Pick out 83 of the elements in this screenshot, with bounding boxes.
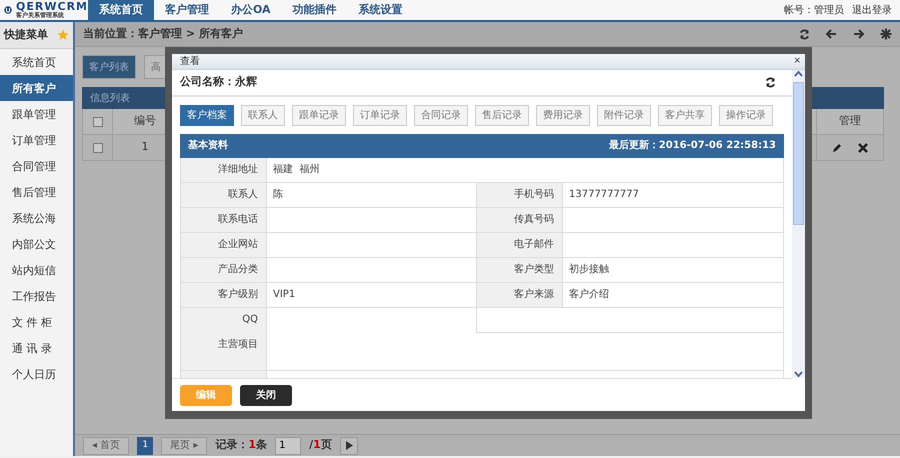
checkbox[interactable]: [92, 116, 102, 126]
dialog-tab[interactable]: 订单记录: [353, 104, 407, 126]
field-label: 企业网站: [181, 232, 267, 257]
field-label: QQ: [181, 308, 267, 333]
scrollbar-thumb[interactable]: [793, 82, 804, 226]
settings-icon[interactable]: [880, 28, 892, 40]
sidebar-item[interactable]: 订单管理: [0, 127, 73, 153]
field-label: 客户级别: [181, 282, 267, 307]
column-header: 编号: [134, 113, 156, 130]
field-label: 电子邮件: [477, 232, 563, 257]
nav-tab[interactable]: 系统首页: [88, 0, 154, 20]
list-button[interactable]: 客户列表: [82, 55, 136, 79]
breadcrumb: 当前位置：客户管理 > 所有客户: [83, 26, 243, 42]
table-cell-text: 1: [142, 139, 148, 156]
sidebar-item[interactable]: 站内短信: [0, 257, 73, 283]
sidebar-item[interactable]: 通 讯 录: [0, 335, 73, 361]
dialog-tab[interactable]: 联系人: [241, 104, 285, 126]
sidebar-item[interactable]: 售后管理: [0, 179, 73, 205]
field-label: 联系电话: [181, 208, 267, 232]
delete-icon[interactable]: [858, 142, 868, 152]
sidebar-item[interactable]: 系统公海: [0, 205, 73, 231]
field-value: 福建 福州: [267, 158, 784, 182]
scroll-up-icon[interactable]: [794, 70, 803, 78]
sidebar-item[interactable]: 工作报告: [0, 283, 73, 309]
dialog-tab[interactable]: 操作记录: [719, 104, 773, 126]
page-button[interactable]: 1: [137, 436, 154, 454]
refresh-icon[interactable]: [765, 76, 776, 88]
dialog-tab[interactable]: 售后记录: [475, 104, 529, 126]
refresh-icon[interactable]: [799, 28, 810, 40]
field-value: 初步接触: [563, 258, 784, 282]
nav-tab[interactable]: 办公OA: [220, 0, 282, 20]
dialog-tab[interactable]: 跟单记录: [292, 104, 346, 126]
page-input[interactable]: 1: [275, 436, 302, 454]
total-pages: /1页: [309, 437, 332, 454]
records-count: 记录：1条: [215, 437, 268, 454]
field-label: 手机号码: [477, 182, 563, 207]
panel-title: 信息列表: [90, 92, 130, 106]
dialog-button[interactable]: 关闭: [240, 384, 292, 406]
field-label: 客户类型: [477, 258, 563, 282]
field-label: 客户来源: [477, 282, 563, 307]
dialog-tab[interactable]: 合同记录: [414, 104, 468, 126]
nav-tab[interactable]: 系统设置: [348, 0, 414, 20]
checkbox[interactable]: [92, 142, 102, 152]
sidebar-title: 快捷菜单: [4, 26, 48, 43]
column-header: 管理: [839, 113, 861, 130]
field-label: 联系人: [181, 182, 267, 207]
forward-arrow-icon[interactable]: [853, 29, 864, 39]
first-page-button[interactable]: ◂ 首页: [83, 436, 130, 454]
logout-link[interactable]: 退出登录: [852, 2, 892, 18]
account-label: 帐号：管理员: [784, 4, 844, 18]
go-button[interactable]: [340, 436, 358, 454]
star-icon: [57, 29, 69, 41]
sidebar-item[interactable]: 跟单管理: [0, 101, 73, 127]
last-updated: 最后更新：2016-07-06 22:58:13: [608, 138, 776, 154]
sidebar-item[interactable]: 内部公文: [0, 231, 73, 257]
field-label: 主营项目: [181, 332, 267, 370]
sidebar-item[interactable]: 文 件 柜: [0, 309, 73, 335]
dialog-tab[interactable]: 客户共享: [658, 104, 712, 126]
section-title: 基本资料: [188, 138, 228, 154]
dialog-title: 查看: [180, 54, 200, 69]
field-value: 客户介绍: [563, 282, 784, 307]
field-label: 洋细地址: [181, 158, 267, 182]
field-label: 传真号码: [477, 208, 563, 232]
sidebar-item[interactable]: 合同管理: [0, 153, 73, 179]
sidebar-item[interactable]: 所有客户: [0, 75, 73, 101]
scroll-down-icon[interactable]: [794, 370, 803, 378]
close-button[interactable]: ×: [789, 54, 805, 68]
play-icon: [344, 440, 353, 450]
dialog-tab[interactable]: 费用记录: [536, 104, 590, 126]
back-arrow-icon[interactable]: [826, 29, 837, 39]
field-value: 13777777777: [563, 182, 784, 207]
last-page-button[interactable]: 尾页 ▸: [161, 436, 208, 454]
edit-icon[interactable]: [832, 142, 842, 152]
dialog-tab[interactable]: 附件记录: [597, 104, 651, 126]
nav-tab[interactable]: 功能插件: [282, 0, 348, 20]
nav-tab[interactable]: 客户管理: [154, 0, 220, 20]
sidebar-item[interactable]: 系统首页: [0, 49, 73, 75]
dialog-tab[interactable]: 客户档案: [180, 104, 234, 126]
company-name: 公司名称：永辉: [180, 74, 257, 90]
sidebar-item[interactable]: 个人日历: [0, 361, 73, 387]
scrollbar[interactable]: [792, 70, 805, 378]
brand-name: QERWCRM: [16, 0, 88, 12]
field-label: 产品分类: [181, 258, 267, 282]
